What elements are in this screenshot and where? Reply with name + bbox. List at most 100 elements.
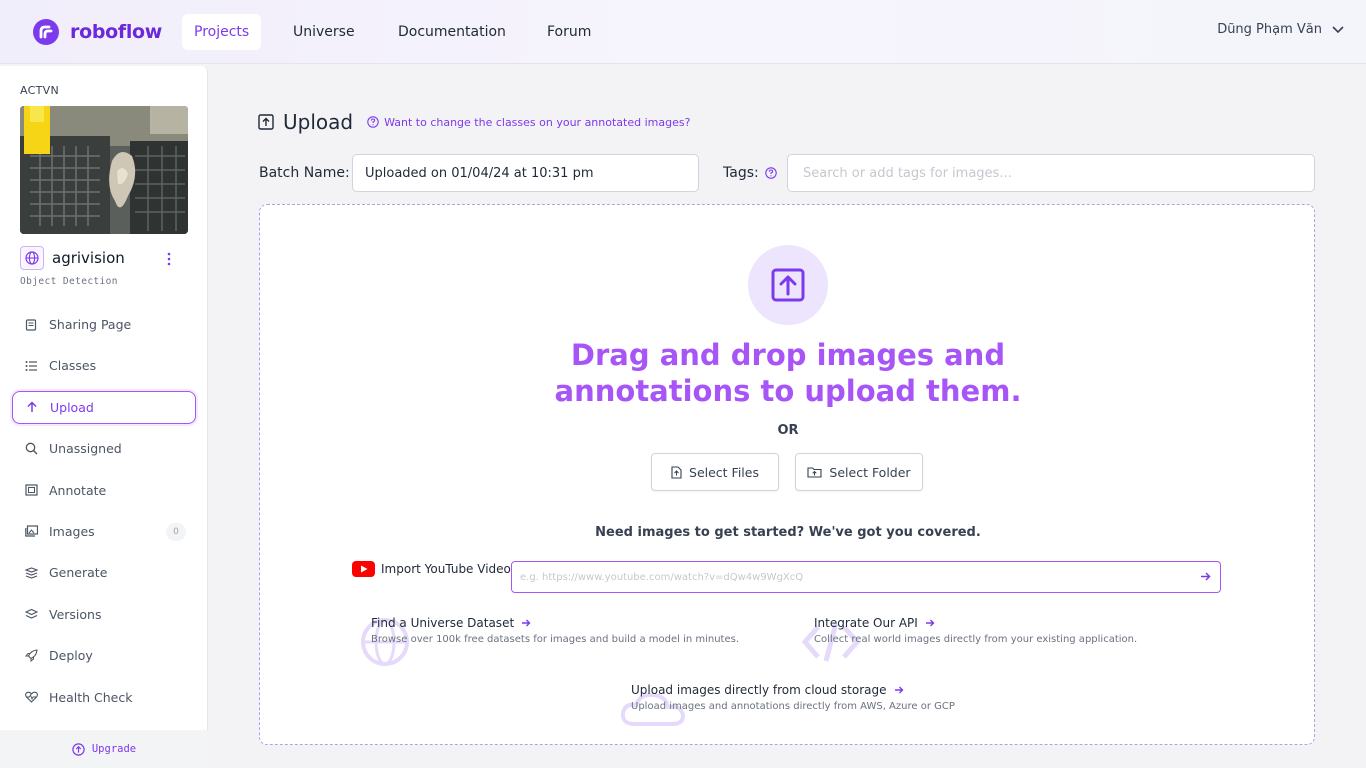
roboflow-logo[interactable]: roboflow <box>32 18 162 46</box>
images-count-badge: 0 <box>166 522 186 541</box>
folder-icon <box>807 467 822 478</box>
project-sidebar: ACTVN agrivision Object Detection Sharin… <box>0 66 208 768</box>
sidebar-item-label: Images <box>49 523 95 539</box>
search-icon <box>24 442 38 456</box>
youtube-label-text: Import YouTube Video: <box>381 562 515 576</box>
sidebar-item-generate[interactable]: Generate <box>12 556 196 589</box>
sidebar-item-images[interactable]: Images 0 <box>12 515 196 548</box>
universe-dataset-option[interactable]: Find a Universe Dataset Browse over 100k… <box>371 616 739 645</box>
change-classes-link-label: Want to change the classes on your annot… <box>384 115 691 129</box>
sidebar-item-label: Sharing Page <box>49 317 132 332</box>
or-divider: OR <box>777 423 799 438</box>
arrow-right-icon <box>894 686 903 694</box>
cloud-storage-title: Upload images directly from cloud storag… <box>631 683 887 697</box>
sidebar-item-deploy[interactable]: Deploy <box>12 639 196 672</box>
change-classes-link[interactable]: Want to change the classes on your annot… <box>367 116 690 129</box>
sidebar-item-versions[interactable]: Versions <box>12 598 196 631</box>
upload-circle <box>748 245 828 325</box>
youtube-import-label: Import YouTube Video: <box>352 561 515 577</box>
sidebar-item-label: Annotate <box>49 482 107 498</box>
upload-box-icon <box>258 114 274 130</box>
upload-arrow-icon <box>771 268 805 302</box>
option-title: Find a Universe Dataset <box>371 616 739 630</box>
youtube-icon <box>352 561 375 577</box>
nav-documentation[interactable]: Documentation <box>386 14 518 50</box>
sidebar-menu: Sharing Page Classes Upload Unassigned A… <box>12 308 196 722</box>
arrow-right-icon <box>925 619 935 627</box>
project-name: agrivision <box>52 249 125 267</box>
sidebar-item-label: Classes <box>49 358 97 374</box>
user-menu[interactable]: Dũng Phạm Văn <box>1217 22 1344 37</box>
integrate-api-title: Integrate Our API <box>814 616 918 630</box>
sidebar-item-upload[interactable]: Upload <box>12 390 196 424</box>
sidebar-item-label: Versions <box>49 606 102 622</box>
sidebar-item-label: Upload <box>50 399 94 415</box>
option-description: Upload images and annotations directly f… <box>631 701 955 712</box>
option-description: Browse over 100k free datasets for image… <box>371 634 740 645</box>
cloud-storage-option[interactable]: Upload images directly from cloud storag… <box>631 683 955 712</box>
file-icon <box>671 465 682 479</box>
project-type: Object Detection <box>20 276 118 287</box>
youtube-url-input[interactable] <box>511 561 1221 593</box>
page-icon <box>24 318 38 332</box>
sidebar-item-label: Deploy <box>49 648 93 664</box>
arrow-up-icon <box>25 400 39 414</box>
upload-dropzone[interactable]: Drag and drop images and annotations to … <box>259 204 1315 745</box>
chevron-down-icon <box>1332 25 1344 33</box>
option-description: Collect real world images directly from … <box>814 634 1138 645</box>
rocket-icon <box>24 649 38 663</box>
top-navbar: roboflow Projects Universe Documentation… <box>0 0 1366 64</box>
arrow-right-icon[interactable] <box>1200 571 1211 582</box>
heart-pulse-icon <box>24 690 38 704</box>
need-images-heading: Need images to get started? We've got yo… <box>595 525 981 540</box>
batch-name-label: Batch Name: <box>259 165 350 181</box>
project-thumbnail-image <box>20 106 188 234</box>
page-header: Upload Want to change the classes on you… <box>258 110 690 134</box>
sidebar-item-annotate[interactable]: Annotate <box>12 474 196 507</box>
sidebar-item-label: Health Check <box>49 689 133 705</box>
workspace-name[interactable]: ACTVN <box>20 84 59 97</box>
dropzone-title: Drag and drop images and annotations to … <box>260 337 1316 409</box>
option-title: Upload images directly from cloud storag… <box>631 683 955 697</box>
sidebar-item-classes[interactable]: Classes <box>12 349 196 382</box>
dropzone-title-line2: annotations to upload them. <box>554 374 1022 408</box>
project-thumbnail[interactable] <box>20 106 188 234</box>
user-name: Dũng Phạm Văn <box>1217 22 1322 37</box>
page-title: Upload <box>283 110 354 134</box>
batch-name-input[interactable] <box>352 154 699 192</box>
integrate-api-option[interactable]: Integrate Our API Collect real world ima… <box>814 616 1137 645</box>
arrow-right-icon <box>522 619 531 627</box>
roboflow-logo-icon <box>33 19 59 45</box>
dropzone-title-line1: Drag and drop images and <box>570 338 1006 372</box>
help-circle-icon[interactable] <box>764 167 777 179</box>
sidebar-item-sharing-page[interactable]: Sharing Page <box>12 308 196 341</box>
tags-input[interactable] <box>787 154 1315 192</box>
upgrade-icon <box>72 742 85 756</box>
help-circle-icon <box>367 116 379 128</box>
select-files-label: Select Files <box>689 464 759 480</box>
generate-icon <box>24 566 38 580</box>
select-folder-button[interactable]: Select Folder <box>795 453 923 491</box>
globe-icon <box>20 246 44 270</box>
nav-projects[interactable]: Projects <box>182 14 262 50</box>
sidebar-item-health-check[interactable]: Health Check <box>12 681 196 714</box>
annotate-icon <box>24 483 38 497</box>
sidebar-item-unassigned[interactable]: Unassigned <box>12 432 196 465</box>
sidebar-item-label: Generate <box>49 565 108 581</box>
images-icon <box>24 524 38 538</box>
option-title: Integrate Our API <box>814 616 1137 630</box>
tags-label-text: Tags: <box>723 165 759 181</box>
upgrade-button[interactable]: Upgrade <box>0 730 208 768</box>
versions-icon <box>24 607 38 621</box>
brand-name: roboflow <box>70 21 163 43</box>
select-folder-label: Select Folder <box>829 464 911 480</box>
nav-universe[interactable]: Universe <box>281 14 367 50</box>
list-icon <box>24 359 38 373</box>
more-options-icon[interactable] <box>164 252 174 266</box>
sidebar-item-label: Unassigned <box>49 441 122 457</box>
select-files-button[interactable]: Select Files <box>651 453 779 491</box>
project-header: agrivision <box>20 246 125 270</box>
nav-forum[interactable]: Forum <box>535 14 603 50</box>
universe-dataset-title: Find a Universe Dataset <box>371 616 515 630</box>
upgrade-label: Upgrade <box>91 743 137 755</box>
